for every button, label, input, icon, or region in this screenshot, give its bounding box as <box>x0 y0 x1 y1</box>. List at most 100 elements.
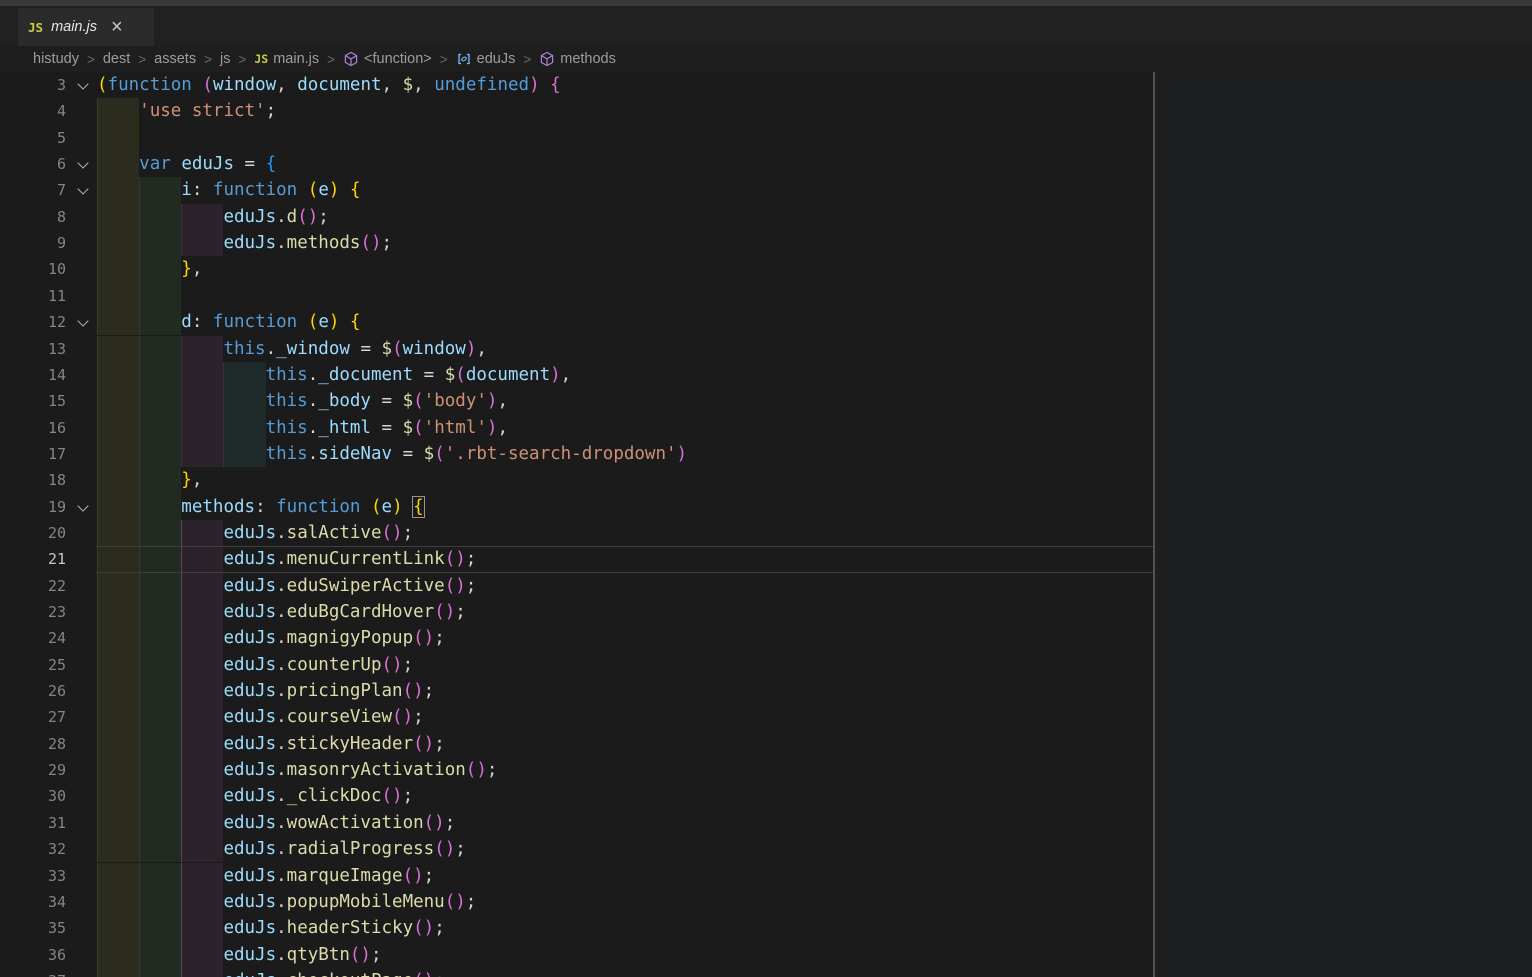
line-number[interactable]: 31 <box>0 810 66 836</box>
line-number[interactable]: 22 <box>0 573 66 599</box>
code-line[interactable]: 17 this.sideNav = $('.rbt-search-dropdow… <box>0 441 1155 467</box>
breadcrumb-label: js <box>220 51 230 67</box>
line-number[interactable]: 14 <box>0 362 66 388</box>
breadcrumb-label: <function> <box>364 51 432 67</box>
line-number[interactable]: 19 <box>0 494 66 520</box>
code-text: eduJs.headerSticky(); <box>97 915 445 941</box>
line-number[interactable]: 18 <box>0 467 66 493</box>
code-line[interactable]: 20 eduJs.salActive(); <box>0 520 1155 546</box>
code-line[interactable]: 23 eduJs.eduBgCardHover(); <box>0 599 1155 625</box>
line-number[interactable]: 17 <box>0 441 66 467</box>
code-line[interactable]: 19 methods: function (e) { <box>0 494 1155 520</box>
code-line[interactable]: 4 'use strict'; <box>0 98 1155 124</box>
line-number[interactable]: 24 <box>0 625 66 651</box>
fold-chevron-down-icon[interactable] <box>77 184 88 195</box>
line-number[interactable]: 5 <box>0 125 66 151</box>
code-line[interactable]: 22 eduJs.eduSwiperActive(); <box>0 573 1155 599</box>
breadcrumb-label: main.js <box>273 51 319 67</box>
code-line[interactable]: 27 eduJs.courseView(); <box>0 704 1155 730</box>
code-line[interactable]: 25 eduJs.counterUp(); <box>0 652 1155 678</box>
symbol-method-icon <box>539 51 555 67</box>
breadcrumb-item-dest[interactable]: dest <box>103 51 130 67</box>
line-number[interactable]: 23 <box>0 599 66 625</box>
breadcrumb-item-assets[interactable]: assets <box>154 51 196 67</box>
breadcrumb-item-edujs[interactable]: eduJs <box>456 51 516 67</box>
line-number[interactable]: 29 <box>0 757 66 783</box>
line-number[interactable]: 6 <box>0 151 66 177</box>
code-line[interactable]: 7 i: function (e) { <box>0 177 1155 203</box>
fold-chevron-down-icon[interactable] <box>77 157 88 168</box>
code-line[interactable]: 6 var eduJs = { <box>0 151 1155 177</box>
tab-main-js[interactable]: JS main.js × <box>18 8 154 46</box>
code-line[interactable]: 12 d: function (e) { <box>0 309 1155 335</box>
line-number[interactable]: 32 <box>0 836 66 862</box>
code-line[interactable]: 36 eduJs.qtyBtn(); <box>0 942 1155 968</box>
line-number[interactable]: 27 <box>0 704 66 730</box>
line-number[interactable]: 10 <box>0 256 66 282</box>
code-text: 'use strict'; <box>97 98 276 124</box>
breadcrumb-item-js[interactable]: js <box>220 51 230 67</box>
code-line[interactable]: 30 eduJs._clickDoc(); <box>0 783 1155 809</box>
breadcrumb-item-methods[interactable]: methods <box>539 51 616 67</box>
code-line[interactable]: 33 eduJs.marqueImage(); <box>0 863 1155 889</box>
code-line[interactable]: 29 eduJs.masonryActivation(); <box>0 757 1155 783</box>
line-number[interactable]: 35 <box>0 915 66 941</box>
code-line[interactable]: 14 this._document = $(document), <box>0 362 1155 388</box>
code-line[interactable]: 15 this._body = $('body'), <box>0 388 1155 414</box>
code-line[interactable]: 35 eduJs.headerSticky(); <box>0 915 1155 941</box>
line-number[interactable]: 15 <box>0 388 66 414</box>
line-number[interactable]: 20 <box>0 520 66 546</box>
code-line[interactable]: 16 this._html = $('html'), <box>0 415 1155 441</box>
line-number[interactable]: 30 <box>0 783 66 809</box>
code-line[interactable]: 34 eduJs.popupMobileMenu(); <box>0 889 1155 915</box>
breadcrumb-separator: > <box>204 52 212 67</box>
js-icon: JS <box>254 52 268 66</box>
line-number[interactable]: 37 <box>0 968 66 977</box>
line-number[interactable]: 33 <box>0 863 66 889</box>
breadcrumb-separator: > <box>87 52 95 67</box>
code-line[interactable]: 9 eduJs.methods(); <box>0 230 1155 256</box>
line-number[interactable]: 36 <box>0 942 66 968</box>
code-line[interactable]: 10 }, <box>0 256 1155 282</box>
breadcrumb-item-function[interactable]: <function> <box>343 51 432 67</box>
code-line[interactable]: 3(function (window, document, $, undefin… <box>0 72 1155 98</box>
line-number[interactable]: 7 <box>0 177 66 203</box>
line-number[interactable]: 8 <box>0 204 66 230</box>
line-number[interactable]: 28 <box>0 731 66 757</box>
code-line[interactable]: 24 eduJs.magnigyPopup(); <box>0 625 1155 651</box>
line-number[interactable]: 34 <box>0 889 66 915</box>
code-line[interactable]: 32 eduJs.radialProgress(); <box>0 836 1155 862</box>
code-line[interactable]: 5 <box>0 125 1155 151</box>
code-line[interactable]: 26 eduJs.pricingPlan(); <box>0 678 1155 704</box>
code-text: eduJs._clickDoc(); <box>97 783 413 809</box>
code-line[interactable]: 13 this._window = $(window), <box>0 336 1155 362</box>
code-line[interactable]: 11 <box>0 283 1155 309</box>
code-text: eduJs.eduSwiperActive(); <box>97 573 476 599</box>
close-icon[interactable]: × <box>111 17 123 37</box>
line-number[interactable]: 12 <box>0 309 66 335</box>
line-number[interactable]: 21 <box>0 546 66 572</box>
line-number[interactable]: 13 <box>0 336 66 362</box>
line-number[interactable]: 11 <box>0 283 66 309</box>
line-number[interactable]: 4 <box>0 98 66 124</box>
code-line[interactable]: 21 eduJs.menuCurrentLink(); <box>0 546 1155 572</box>
line-number[interactable]: 16 <box>0 415 66 441</box>
breadcrumb-item-histudy[interactable]: histudy <box>33 51 79 67</box>
code-line[interactable]: 28 eduJs.stickyHeader(); <box>0 731 1155 757</box>
code-line[interactable]: 37 eduJs.checkoutPage(); <box>0 968 1155 977</box>
code-line[interactable]: 18 }, <box>0 467 1155 493</box>
line-number[interactable]: 9 <box>0 230 66 256</box>
breadcrumb-item-main-js[interactable]: JS main.js <box>254 51 319 67</box>
editor[interactable]: 3(function (window, document, $, undefin… <box>0 72 1155 977</box>
code-text: this._body = $('body'), <box>97 388 508 414</box>
line-number[interactable]: 3 <box>0 72 66 98</box>
code-line[interactable]: 31 eduJs.wowActivation(); <box>0 810 1155 836</box>
fold-chevron-down-icon[interactable] <box>77 78 88 89</box>
line-number[interactable]: 26 <box>0 678 66 704</box>
code-line[interactable]: 8 eduJs.d(); <box>0 204 1155 230</box>
code-text: this.sideNav = $('.rbt-search-dropdown') <box>97 441 687 467</box>
fold-chevron-down-icon[interactable] <box>77 500 88 511</box>
line-number[interactable]: 25 <box>0 652 66 678</box>
fold-chevron-down-icon[interactable] <box>77 315 88 326</box>
breadcrumb-separator: > <box>523 52 531 67</box>
